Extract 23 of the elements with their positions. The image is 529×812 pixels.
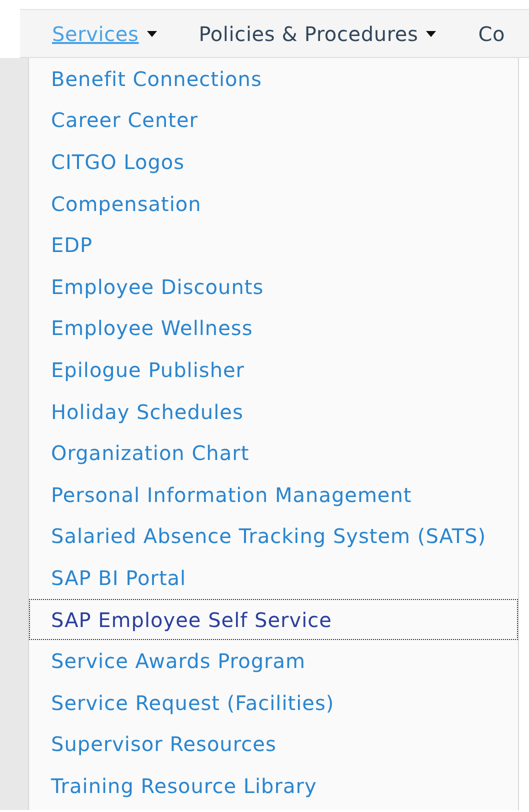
caret-icon	[146, 30, 157, 36]
menu-item[interactable]: Training Resource Library	[29, 765, 518, 807]
nav-link[interactable]: Co	[478, 18, 506, 48]
menu-item[interactable]: CITGO Logos	[29, 141, 518, 183]
menu-item[interactable]: EDP	[29, 224, 518, 266]
menu-item[interactable]: Employee Discounts	[29, 266, 518, 308]
menu-item[interactable]: Holiday Schedules	[29, 390, 518, 432]
nav-link[interactable]: Policies & Procedures	[198, 18, 436, 48]
nav-link[interactable]: Services	[52, 18, 157, 48]
menu-item[interactable]: Benefit Connections	[29, 58, 518, 100]
menu-item[interactable]: Service Request (Facilities)	[29, 682, 518, 724]
menu-item[interactable]: Personal Information Management	[29, 474, 518, 516]
menu-item[interactable]: Epilogue Publisher	[29, 349, 518, 391]
menu-item[interactable]: Compensation	[29, 182, 518, 224]
menu-item[interactable]: Supervisor Resources	[29, 724, 518, 766]
menu-item[interactable]: Organization Chart	[29, 432, 518, 474]
menu-item[interactable]: Salaried Absence Tracking System (SATS)	[29, 516, 518, 558]
menu-item[interactable]: Service Awards Program	[29, 640, 518, 682]
menu-item[interactable]: Career Center	[29, 100, 518, 142]
menu-item[interactable]: SAP Employee Self Service	[29, 598, 518, 640]
menu-item[interactable]: Employee Wellness	[29, 308, 518, 350]
caret-icon	[426, 30, 436, 36]
menu-item[interactable]: SAP BI Portal	[29, 557, 518, 599]
